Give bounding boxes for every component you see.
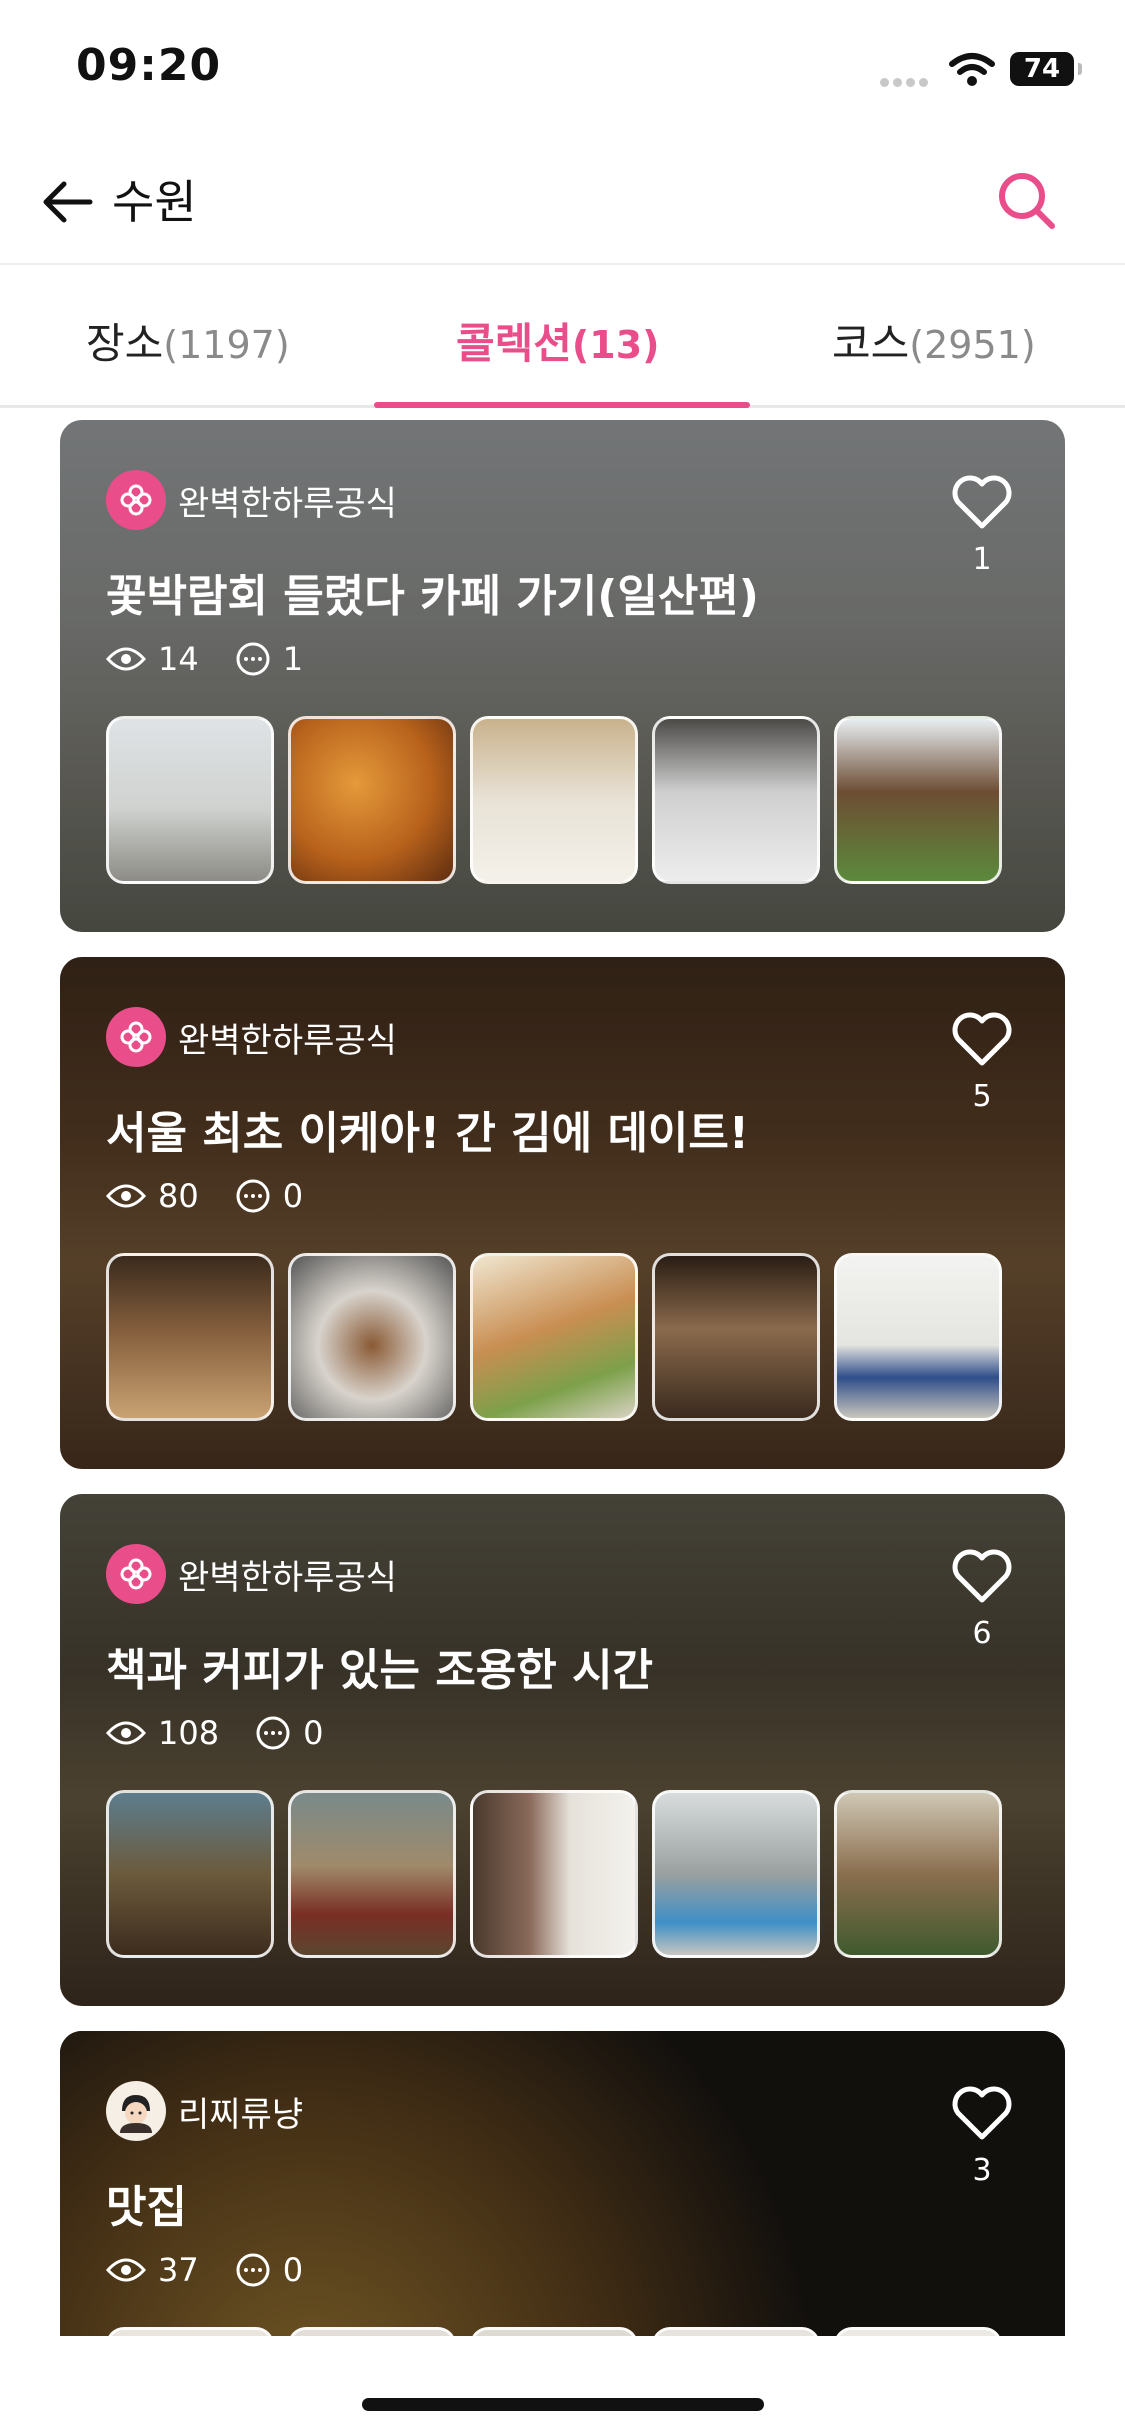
battery-icon: 74 (1010, 52, 1082, 86)
view-count: 80 (158, 1177, 199, 1215)
author-name: 완벽한하루공식 (178, 483, 397, 524)
eye-icon (106, 2258, 146, 2282)
tab-bar: 장소(1197) 콜렉션(13) 코스(2951) (0, 266, 1125, 408)
status-bar: 09:20 74 (0, 0, 1125, 140)
comment-count: 0 (282, 2251, 304, 2289)
arrow-left-icon[interactable] (36, 170, 100, 234)
like-count: 6 (972, 1616, 992, 1651)
card-stats: 80 0 (106, 1177, 339, 1215)
like-count: 1 (972, 542, 992, 577)
tab-label: 코스 (832, 319, 910, 368)
author-name: 리찌류냥 (178, 2094, 304, 2135)
thumbnail-image[interactable] (834, 1790, 1002, 1958)
thumbnail-image[interactable] (834, 1253, 1002, 1421)
thumbnail-image[interactable] (834, 2327, 1002, 2336)
heart-icon[interactable] (951, 1548, 1013, 1604)
thumbnail-image[interactable] (106, 1253, 274, 1421)
view-count: 37 (158, 2251, 199, 2289)
card-title: 꽃박람회 들렸다 카페 가기(일산편) (106, 571, 759, 622)
thumbnail-image[interactable] (470, 1790, 638, 1958)
thumbnail-row (106, 2327, 1016, 2336)
thumbnail-image[interactable] (470, 2327, 638, 2336)
tab-collections[interactable]: 콜렉션(13) (456, 310, 660, 371)
eye-icon (106, 1184, 146, 1208)
card-title: 서울 최초 이케아! 간 김에 데이트! (106, 1108, 749, 1159)
tab-places[interactable]: 장소(1197) (86, 310, 290, 371)
thumbnail-row (106, 1790, 1016, 1958)
author-name: 완벽한하루공식 (178, 1020, 397, 1061)
thumbnail-row (106, 716, 1016, 884)
tab-count: (2951) (909, 323, 1036, 367)
eye-icon (106, 1721, 146, 1745)
thumbnail-image[interactable] (106, 2327, 274, 2336)
card-title: 맛집 (106, 2182, 187, 2233)
flower-logo-icon (106, 1544, 166, 1604)
thumbnail-image[interactable] (288, 1253, 456, 1421)
collection-card[interactable]: 완벽한하루공식 6 책과 커피가 있는 조용한 시간 108 0 (60, 1494, 1065, 2006)
thumbnail-image[interactable] (288, 2327, 456, 2336)
card-author[interactable]: 완벽한하루공식 (106, 470, 397, 530)
card-author[interactable]: 리찌류냥 (106, 2081, 303, 2141)
collection-list[interactable]: 완벽한하루공식 1 꽃박람회 들렸다 카페 가기(일산편) 14 1 완벽한하루… (60, 420, 1065, 2336)
thumbnail-row (106, 1253, 1016, 1421)
thumbnail-image[interactable] (652, 2327, 820, 2336)
comment-count: 0 (303, 1714, 324, 1752)
comment-icon (256, 1716, 290, 1750)
thumbnail-image[interactable] (106, 1790, 274, 1958)
signal-icon (880, 72, 934, 87)
tab-label: 장소 (86, 319, 164, 368)
status-time: 09:20 (76, 40, 222, 91)
card-author[interactable]: 완벽한하루공식 (106, 1007, 397, 1067)
card-title: 책과 커피가 있는 조용한 시간 (106, 1645, 654, 1696)
tab-count: (13) (571, 323, 660, 367)
heart-icon[interactable] (951, 2085, 1013, 2141)
tab-count: (1197) (163, 323, 290, 367)
thumbnail-image[interactable] (106, 716, 274, 884)
heart-icon[interactable] (951, 1011, 1013, 1067)
card-stats: 37 0 (106, 2251, 339, 2289)
view-count: 14 (158, 640, 199, 678)
thumbnail-image[interactable] (470, 716, 638, 884)
collection-card[interactable]: 리찌류냥 3 맛집 37 0 (60, 2031, 1065, 2336)
collection-card[interactable]: 완벽한하루공식 1 꽃박람회 들렸다 카페 가기(일산편) 14 1 (60, 420, 1065, 932)
view-count: 108 (158, 1714, 220, 1752)
flower-logo-icon (106, 470, 166, 530)
like-count: 3 (972, 2153, 992, 2188)
thumbnail-image[interactable] (288, 1790, 456, 1958)
home-indicator (362, 2398, 764, 2411)
app-header: 수원 (0, 140, 1125, 265)
comment-count: 1 (282, 640, 304, 678)
heart-icon[interactable] (951, 474, 1013, 530)
eye-icon (106, 647, 146, 671)
comment-icon (236, 642, 270, 676)
active-tab-indicator (374, 402, 750, 408)
thumbnail-image[interactable] (470, 1253, 638, 1421)
thumbnail-image[interactable] (288, 716, 456, 884)
flower-logo-icon (106, 1007, 166, 1067)
thumbnail-image[interactable] (652, 716, 820, 884)
card-author[interactable]: 완벽한하루공식 (106, 1544, 397, 1604)
comment-icon (236, 2253, 270, 2287)
collection-card[interactable]: 완벽한하루공식 5 서울 최초 이케아! 간 김에 데이트! 80 0 (60, 957, 1065, 1469)
user-avatar (106, 2081, 166, 2141)
search-icon[interactable] (994, 168, 1060, 234)
tab-courses[interactable]: 코스(2951) (832, 310, 1036, 371)
wifi-icon (949, 53, 995, 86)
comment-count: 0 (282, 1177, 304, 1215)
comment-icon (236, 1179, 270, 1213)
page-title: 수원 (112, 175, 197, 229)
thumbnail-image[interactable] (652, 1790, 820, 1958)
card-stats: 14 1 (106, 640, 339, 678)
tab-label: 콜렉션 (456, 319, 572, 368)
thumbnail-image[interactable] (834, 716, 1002, 884)
thumbnail-image[interactable] (652, 1253, 820, 1421)
card-stats: 108 0 (106, 1714, 359, 1752)
like-count: 5 (972, 1079, 992, 1114)
author-name: 완벽한하루공식 (178, 1557, 397, 1598)
